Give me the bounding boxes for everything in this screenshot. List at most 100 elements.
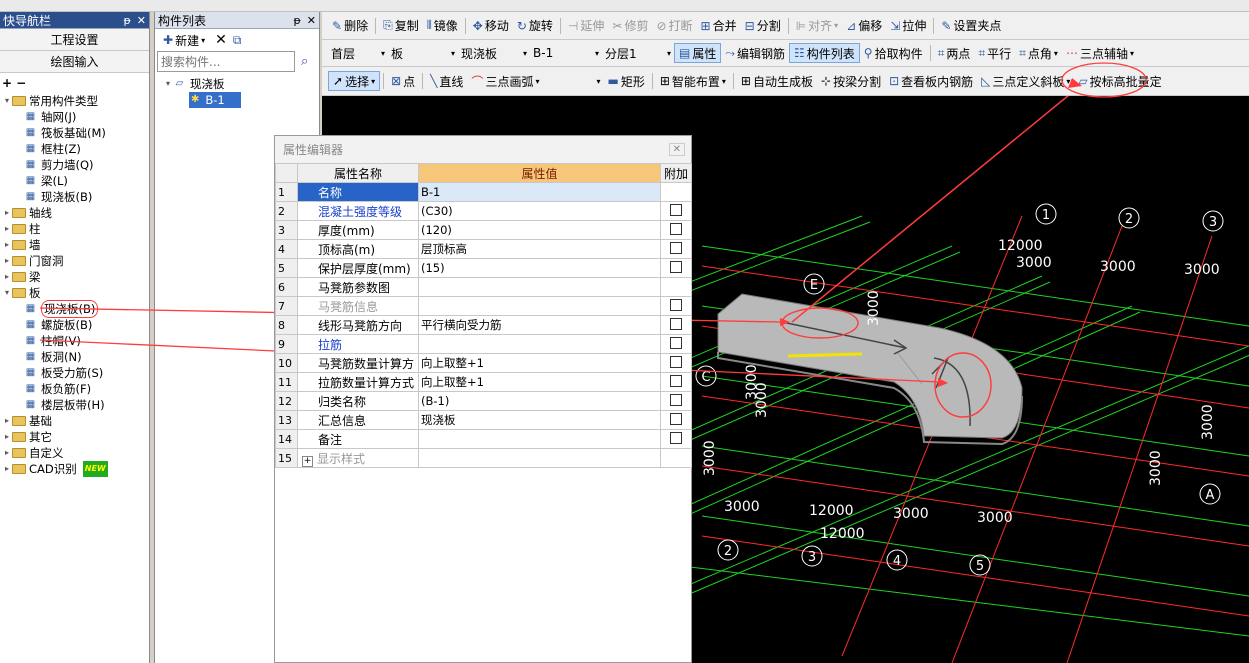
draw-mode-select[interactable]: ▾ [543,72,603,91]
tree-folder[interactable]: ▾ 板 [2,285,149,301]
expand-icon[interactable]: ▸ [2,413,12,429]
extra-checkbox[interactable] [670,431,682,444]
three-point-axis-button[interactable]: ⋯ 三点辅轴 ▾ [1062,43,1138,63]
copy-icon[interactable]: ⧉ [233,33,242,48]
merge-button[interactable]: ⊞ 合并 [697,16,741,36]
pick-component-button[interactable]: ⚲ 拾取构件 [860,43,927,63]
expand-icon[interactable]: ▸ [2,237,12,253]
drawing-input-button[interactable]: 绘图输入 [0,51,149,73]
property-row[interactable]: 11 拉筋数量计算方式 向上取整+1 [275,372,692,392]
tree-folder[interactable]: ▸ 基础 [2,413,149,429]
break-button[interactable]: ⊘ 打断 [652,16,696,36]
tree-item[interactable]: ▦ 筏板基础(M) [2,125,149,141]
property-value[interactable] [418,296,661,316]
search-icon[interactable]: ⌕ [301,54,308,69]
property-row[interactable]: 14 备注 [275,429,692,449]
expand-icon[interactable]: + [302,455,313,467]
move-button[interactable]: ✥ 移动 [469,16,513,36]
property-value[interactable]: 现浇板 [418,410,661,430]
type-select[interactable]: 板 ▾ [388,44,458,63]
tree-root[interactable]: ▾ ▱ 现浇板 [163,76,319,92]
tree-folder[interactable]: ▸ 其它 [2,429,149,445]
tree-folder[interactable]: ▸ 轴线 [2,205,149,221]
tree-folder[interactable]: ▸ 自定义 [2,445,149,461]
tree-child-selected[interactable]: ✱ B-1 [189,92,241,108]
subtype-select[interactable]: 现浇板 ▾ [458,44,530,63]
extra-checkbox[interactable] [670,203,682,216]
expand-icon[interactable]: ▸ [2,429,12,445]
tree-folder[interactable]: ▸ 门窗洞 [2,253,149,269]
tree-item[interactable]: ▦ 现浇板(B) [2,189,149,205]
select-button[interactable]: ➚ 选择 ▾ [328,71,381,91]
tree-item[interactable]: ▦ 螺旋板(B) [2,317,149,333]
layer-select[interactable]: 分层1 ▾ [602,44,674,63]
tree-folder[interactable]: ▾ 常用构件类型 [2,93,149,109]
property-row[interactable]: 12 归类名称 (B-1) [275,391,692,411]
property-value[interactable]: (120) [418,220,661,240]
project-settings-button[interactable]: 工程设置 [0,29,149,51]
pin-icon[interactable]: ᵽ [123,14,130,27]
expand-icon[interactable]: ▸ [2,221,12,237]
extra-checkbox[interactable] [670,222,682,235]
new-component-button[interactable]: ✚ 新建 ▾ [159,30,209,50]
close-button[interactable]: ✕ [668,143,685,156]
tree-item[interactable]: ▦ 板洞(N) [2,349,149,365]
view-rebar-button[interactable]: ⊡ 查看板内钢筋 [885,71,977,91]
tree-folder[interactable]: ▸ 梁 [2,269,149,285]
floor-select[interactable]: 首层 ▾ [328,44,388,63]
auto-slab-button[interactable]: ⊞ 自动生成板 [737,71,817,91]
property-value[interactable] [418,429,661,449]
property-row[interactable]: 9 拉筋 [275,334,692,354]
mirror-button[interactable]: ⫴ 镜像 [423,16,462,36]
expand-icon[interactable]: ▸ [2,461,12,477]
extend-button[interactable]: ⊣ 延伸 [564,16,608,36]
extra-checkbox[interactable] [670,317,682,330]
property-value[interactable]: 平行横向受力筋 [418,315,661,335]
property-editor-titlebar[interactable]: 属性编辑器 ✕ [275,136,691,163]
stretch-button[interactable]: ⇲ 拉伸 [886,16,930,36]
point-button[interactable]: ⊠ 点 [387,71,419,91]
tree-item[interactable]: ▦ 框柱(Z) [2,141,149,157]
tree-item[interactable]: ▦ 轴网(J) [2,109,149,125]
tree-item[interactable]: ▦ 现浇板(B) [2,300,149,318]
collapse-icon[interactable]: ▾ [2,93,12,109]
extra-checkbox[interactable] [670,298,682,311]
tree-folder[interactable]: ▸ 柱 [2,221,149,237]
tree-folder[interactable]: ▸ CAD识别 NEW [2,461,149,477]
parallel-button[interactable]: ⌗ 平行 [974,43,1015,63]
tree-item[interactable]: ▦ 楼层板带(H) [2,397,149,413]
delete-x-icon[interactable]: ✕ [215,32,227,48]
property-row[interactable]: 1 名称 B-1 [275,182,692,202]
property-button[interactable]: ▤ 属性 [674,43,722,63]
collapse-icon[interactable]: ▾ [163,76,173,92]
collapse-all-icon[interactable]: − [16,76,26,90]
property-row[interactable]: 5 保护层厚度(mm) (15) [275,258,692,278]
tree-item[interactable]: ▦ 梁(L) [2,173,149,189]
expand-icon[interactable]: ▸ [2,253,12,269]
property-value[interactable]: (B-1) [418,391,661,411]
property-row[interactable]: 6 马凳筋参数图 [275,277,692,297]
extra-checkbox[interactable] [670,412,682,425]
line-button[interactable]: ╲ 直线 [426,71,467,91]
property-row[interactable]: 15 + 显示样式 [275,448,692,468]
edit-rebar-button[interactable]: ⤳ 编辑钢筋 [721,43,789,63]
component-select[interactable]: B-1 ▾ [530,44,602,63]
extra-checkbox[interactable] [670,355,682,368]
collapse-icon[interactable]: ▾ [2,285,12,301]
point-angle-button[interactable]: ⌗ 点角 ▾ [1015,43,1062,63]
expand-icon[interactable]: ▸ [2,445,12,461]
delete-button[interactable]: ✎ 删除 [328,16,372,36]
property-value[interactable] [418,334,661,354]
property-value[interactable]: 层顶标高 [418,239,661,259]
smart-layout-button[interactable]: ⊞ 智能布置 ▾ [656,71,730,91]
expand-all-icon[interactable]: + [2,76,12,90]
rotate-button[interactable]: ↻ 旋转 [513,16,557,36]
property-value[interactable] [418,277,661,297]
three-point-slope-button[interactable]: ◺ 三点定义斜板 ▾ [977,71,1074,91]
close-icon[interactable]: ✕ [307,14,316,27]
property-row[interactable]: 2 混凝土强度等级 (C30) [275,201,692,221]
property-row[interactable]: 13 汇总信息 现浇板 [275,410,692,430]
property-value[interactable]: (15) [418,258,661,278]
copy-button[interactable]: ⎘ 复制 [379,16,423,36]
extra-checkbox[interactable] [670,336,682,349]
